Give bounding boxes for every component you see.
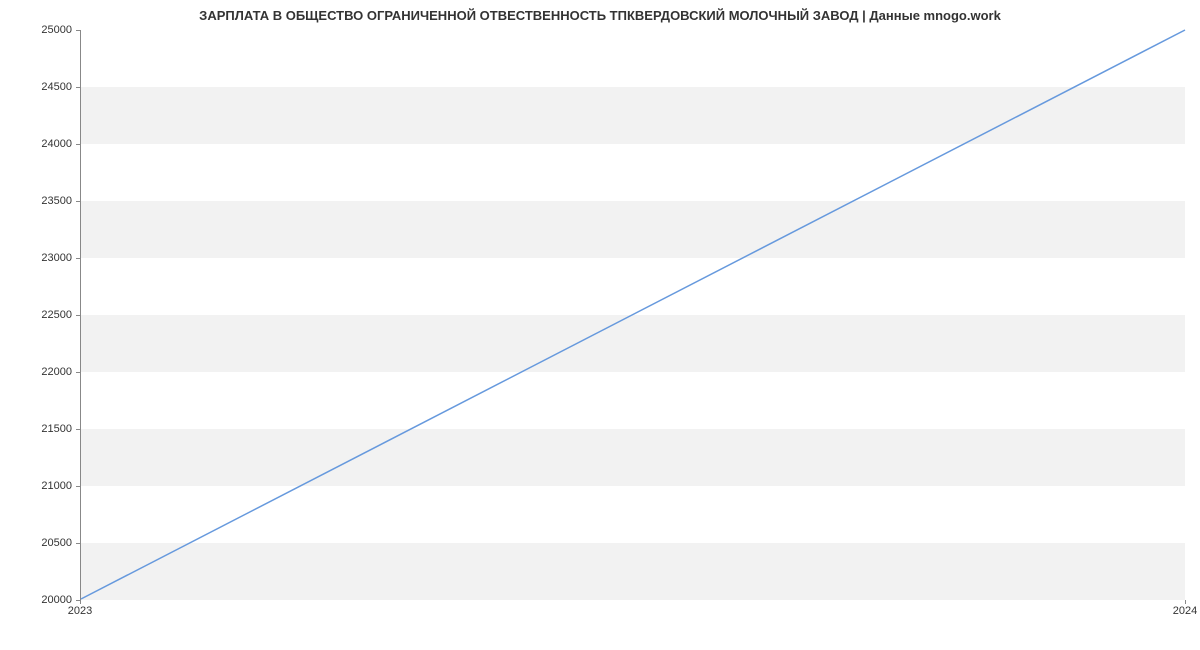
- chart-container: ЗАРПЛАТА В ОБЩЕСТВО ОГРАНИЧЕННОЙ ОТВЕСТВ…: [0, 0, 1200, 650]
- data-line: [81, 30, 1185, 599]
- y-tick-label: 22000: [12, 366, 72, 378]
- x-tick-mark: [1185, 600, 1186, 604]
- y-tick-label: 22500: [12, 309, 72, 321]
- y-tick-label: 24000: [12, 138, 72, 150]
- x-tick-label: 2024: [1173, 605, 1197, 617]
- chart-line-svg: [81, 30, 1185, 599]
- y-tick-label: 20000: [12, 594, 72, 606]
- y-tick-label: 25000: [12, 24, 72, 36]
- y-tick-label: 21000: [12, 480, 72, 492]
- x-tick-mark: [80, 600, 81, 604]
- y-tick-mark: [76, 258, 80, 259]
- y-tick-mark: [76, 429, 80, 430]
- y-tick-mark: [76, 30, 80, 31]
- y-tick-mark: [76, 486, 80, 487]
- y-tick-mark: [76, 543, 80, 544]
- y-tick-mark: [76, 144, 80, 145]
- chart-title: ЗАРПЛАТА В ОБЩЕСТВО ОГРАНИЧЕННОЙ ОТВЕСТВ…: [0, 8, 1200, 23]
- y-tick-label: 21500: [12, 423, 72, 435]
- y-tick-label: 23000: [12, 252, 72, 264]
- plot-area: [80, 30, 1185, 600]
- y-tick-mark: [76, 201, 80, 202]
- y-tick-label: 24500: [12, 81, 72, 93]
- y-tick-label: 23500: [12, 195, 72, 207]
- y-tick-mark: [76, 87, 80, 88]
- x-tick-label: 2023: [68, 605, 92, 617]
- y-tick-mark: [76, 315, 80, 316]
- y-tick-mark: [76, 372, 80, 373]
- y-tick-label: 20500: [12, 537, 72, 549]
